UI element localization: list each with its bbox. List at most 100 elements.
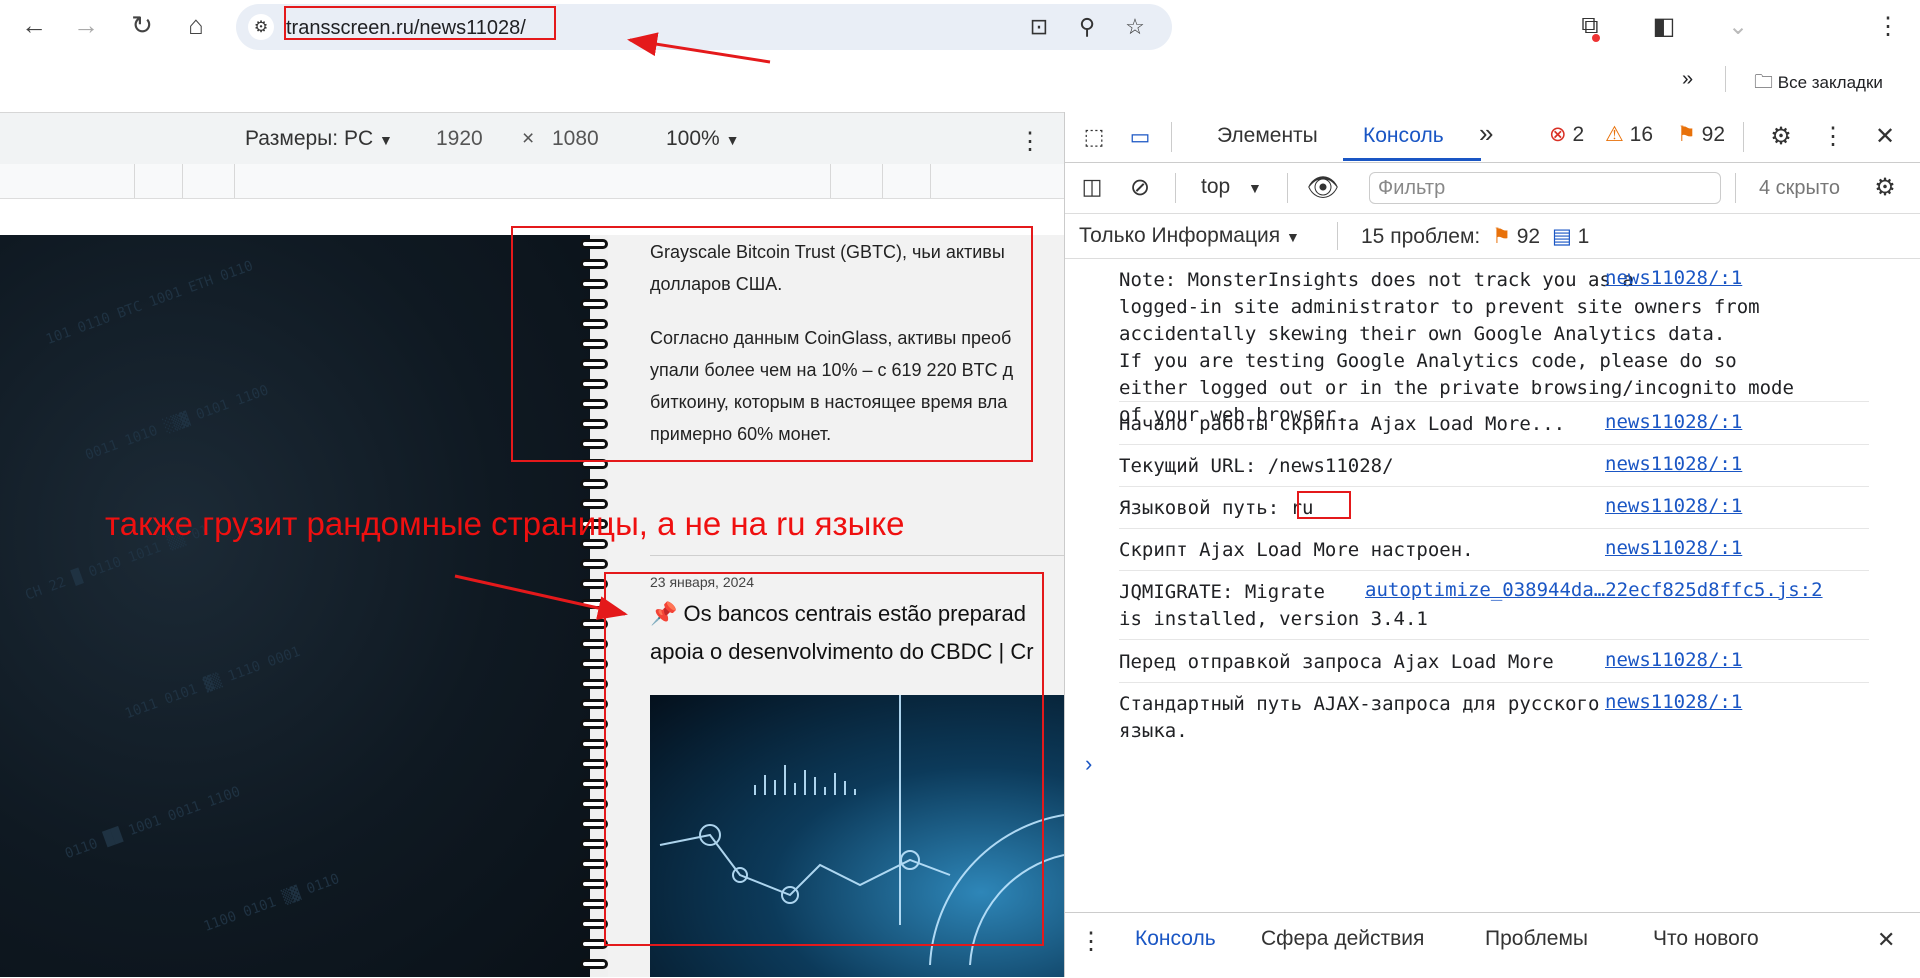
drawer-tab-issues[interactable]: Проблемы bbox=[1485, 927, 1588, 951]
issue-count: 92 bbox=[1701, 123, 1726, 146]
times-label: × bbox=[522, 127, 535, 150]
zoom-select[interactable]: 100% ▼ bbox=[666, 127, 739, 151]
arrow-right-icon: → bbox=[73, 9, 99, 40]
browser-toolbar: ← → ↻ ⌂ ⚙ transscreen.ru/news11028/ ⊡ ⚲ … bbox=[0, 0, 1920, 112]
caret-down-icon: ▼ bbox=[725, 132, 740, 148]
console-message: Скрипт Ajax Load More настроен. bbox=[1119, 537, 1869, 571]
bookmarks-divider bbox=[1725, 66, 1726, 92]
close-drawer-icon[interactable]: ✕ bbox=[1877, 927, 1895, 953]
notification-dot bbox=[1592, 34, 1600, 42]
zoom-icon[interactable]: ⚲ bbox=[1072, 12, 1102, 42]
device-toggle-icon[interactable]: ▭ bbox=[1125, 122, 1155, 152]
console-output: Note: MonsterInsights does not track you… bbox=[1065, 259, 1920, 899]
live-expression-eye-icon[interactable]: 👁 bbox=[1305, 171, 1341, 203]
drawer-tab-whats-new[interactable]: Что нового bbox=[1653, 927, 1759, 951]
home-icon: ⌂ bbox=[188, 9, 204, 40]
console-source-link[interactable]: autoptimize_038944da…22ecf825d8ffc5.js:2 bbox=[1365, 579, 1823, 601]
menu-icon[interactable]: ⋮ bbox=[1870, 8, 1906, 44]
log-levels-select[interactable]: Только Информация ▼ bbox=[1079, 224, 1300, 248]
console-levels-bar: Только Информация ▼ 15 проблем: ⚑ 92 ▤ 1 bbox=[1065, 214, 1920, 259]
forward-button[interactable]: → bbox=[66, 5, 106, 45]
home-button[interactable]: ⌂ bbox=[176, 5, 216, 45]
drawer-tab-console[interactable]: Консоль bbox=[1135, 927, 1216, 951]
error-icon: ⊗ bbox=[1549, 123, 1567, 146]
article-divider bbox=[650, 555, 1064, 556]
console-prompt-icon[interactable]: › bbox=[1085, 751, 1092, 777]
close-devtools-icon[interactable]: ✕ bbox=[1869, 120, 1901, 152]
viewport-height-input[interactable]: 1080 bbox=[552, 127, 599, 151]
clear-console-icon[interactable]: ⊘ bbox=[1125, 172, 1155, 202]
annotation-text: также грузит рандомные страницы, а не на… bbox=[105, 505, 905, 542]
settings-gear-icon[interactable]: ⚙ bbox=[1765, 120, 1797, 152]
caret-down-icon: ▼ bbox=[378, 132, 393, 148]
annotation-box-text bbox=[511, 226, 1033, 462]
issues-counter[interactable]: ⚑ 92 bbox=[1677, 122, 1725, 147]
tab-elements[interactable]: Элементы bbox=[1217, 124, 1318, 148]
context-select[interactable]: top ▼ bbox=[1201, 175, 1262, 199]
context-label: top bbox=[1201, 175, 1231, 198]
device-size-select[interactable]: Размеры: PC ▼ bbox=[245, 127, 393, 151]
media-query-ruler bbox=[0, 164, 1064, 199]
folder-icon: 🗀 bbox=[1754, 72, 1774, 93]
console-message: Перед отправкой запроса Ajax Load More bbox=[1119, 649, 1869, 683]
profile-icon[interactable]: ⌄ bbox=[1720, 8, 1756, 44]
device-toolbar: Размеры: PC ▼ 1920 × 1080 100% ▼ ⋮ bbox=[0, 112, 1064, 166]
caret-down-icon: ▼ bbox=[1285, 229, 1300, 245]
bookmark-star-icon[interactable]: ☆ bbox=[1120, 12, 1150, 42]
all-bookmarks-label: Все закладки bbox=[1777, 73, 1883, 92]
console-message: Текущий URL: /news11028/ bbox=[1119, 453, 1869, 487]
install-app-icon[interactable]: ⊡ bbox=[1024, 12, 1054, 42]
problems-info-count: 1 bbox=[1577, 225, 1590, 248]
devtools-drawer: ⋮ Консоль Сфера действия Проблемы Что но… bbox=[1065, 912, 1920, 978]
device-size-label: Размеры: PC bbox=[245, 127, 374, 150]
devtools-panel: ⬚ ▭ Элементы Консоль » ⊗ 2 ⚠ 16 ⚑ 92 ⚙ ⋮… bbox=[1064, 112, 1920, 978]
drawer-tab-scope[interactable]: Сфера действия bbox=[1261, 927, 1424, 951]
caret-down-icon: ▼ bbox=[1248, 180, 1262, 196]
problems-summary[interactable]: 15 проблем: ⚑ 92 ▤ 1 bbox=[1361, 224, 1589, 249]
console-source-link[interactable]: news11028/:1 bbox=[1605, 649, 1742, 671]
console-settings-gear-icon[interactable]: ⚙ bbox=[1869, 171, 1901, 203]
more-tabs-icon[interactable]: » bbox=[1479, 118, 1493, 149]
console-filter-input[interactable]: Фильтр bbox=[1369, 172, 1721, 204]
issue-flag-icon: ⚑ bbox=[1492, 225, 1511, 248]
reload-icon: ↻ bbox=[131, 9, 153, 40]
console-source-link[interactable]: news11028/:1 bbox=[1605, 453, 1742, 475]
console-message: Языковой путь: ru bbox=[1119, 495, 1869, 529]
drawer-menu-icon[interactable]: ⋮ bbox=[1079, 927, 1103, 956]
issue-flag-icon: ⚑ bbox=[1677, 123, 1696, 146]
warning-count: 16 bbox=[1629, 123, 1654, 146]
site-info-icon[interactable]: ⚙ bbox=[248, 14, 274, 40]
console-source-link[interactable]: news11028/:1 bbox=[1605, 537, 1742, 559]
device-menu-icon[interactable]: ⋮ bbox=[1018, 127, 1042, 156]
devtools-tabbar: ⬚ ▭ Элементы Консоль » ⊗ 2 ⚠ 16 ⚑ 92 ⚙ ⋮… bbox=[1065, 112, 1920, 163]
inspect-element-icon[interactable]: ⬚ bbox=[1079, 122, 1109, 152]
problems-issue-count: 92 bbox=[1516, 225, 1541, 248]
arrow-left-icon: ← bbox=[21, 9, 47, 40]
console-message: Начало работы скрипта Ajax Load More... bbox=[1119, 411, 1869, 445]
console-toolbar: ◫ ⊘ top ▼ 👁 Фильтр 4 скрыто ⚙ bbox=[1065, 163, 1920, 214]
all-bookmarks[interactable]: 🗀 Все закладки bbox=[1754, 68, 1883, 100]
problems-label: 15 проблем: bbox=[1361, 225, 1481, 248]
viewport-width-input[interactable]: 1920 bbox=[436, 127, 483, 151]
side-panel-icon[interactable]: ◧ bbox=[1646, 8, 1682, 44]
reload-button[interactable]: ↻ bbox=[122, 5, 162, 45]
console-source-link[interactable]: news11028/:1 bbox=[1605, 411, 1742, 433]
error-counter[interactable]: ⊗ 2 bbox=[1549, 122, 1584, 147]
background-image: 101 0110 BTC 1001 ETH 0110 0011 1010 ░▒▓… bbox=[0, 235, 590, 977]
tab-console[interactable]: Консоль bbox=[1363, 124, 1444, 148]
sidebar-toggle-icon[interactable]: ◫ bbox=[1077, 172, 1107, 202]
back-button[interactable]: ← bbox=[14, 5, 54, 45]
bookmarks-overflow-icon[interactable]: » bbox=[1682, 68, 1693, 91]
active-tab-indicator bbox=[1343, 158, 1481, 161]
warning-counter[interactable]: ⚠ 16 bbox=[1605, 122, 1653, 147]
console-source-link[interactable]: news11028/:1 bbox=[1605, 267, 1742, 289]
devtools-menu-icon[interactable]: ⋮ bbox=[1817, 120, 1849, 152]
log-levels-label: Только Информация bbox=[1079, 224, 1281, 247]
console-source-link[interactable]: news11028/:1 bbox=[1605, 691, 1742, 713]
console-source-link[interactable]: news11028/:1 bbox=[1605, 495, 1742, 517]
annotation-box-post bbox=[604, 572, 1044, 946]
lang-path-highlight-box bbox=[1297, 491, 1351, 519]
hidden-count: 4 скрыто bbox=[1759, 177, 1840, 199]
extensions-icon[interactable]: ⧉ bbox=[1572, 8, 1608, 44]
url-highlight-box bbox=[284, 6, 556, 40]
